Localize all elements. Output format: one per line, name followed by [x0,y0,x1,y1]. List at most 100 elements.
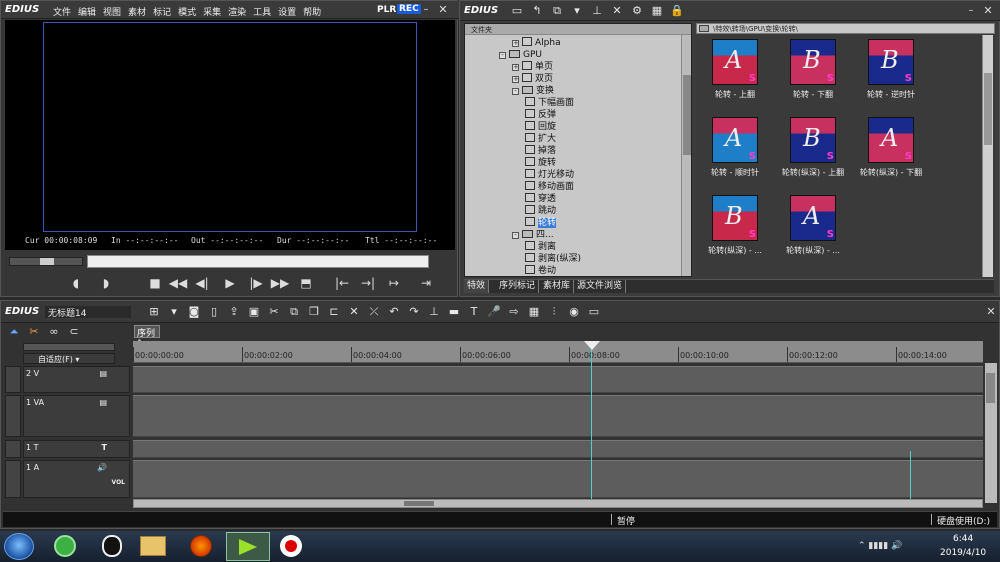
shuttle-handle[interactable] [40,258,54,265]
menu-item-settings[interactable]: 设置 [278,8,296,18]
apply-icon[interactable]: ⊥ [590,4,604,18]
fast-forward-icon[interactable]: ▶▶ [271,276,289,290]
tree-item[interactable]: + 单页 [512,61,553,73]
lock-icon[interactable]: 🔒 [670,4,684,18]
explorer-icon[interactable] [140,536,166,556]
track-side-button[interactable] [5,395,21,437]
collapse-icon[interactable]: - [512,232,519,239]
track-lane[interactable] [133,395,983,437]
refresh-app-icon[interactable] [54,535,76,557]
tree-item[interactable]: 穿透 [525,193,556,205]
effects-close-button[interactable]: ✕ [982,4,994,17]
add-marker-icon[interactable]: ▬ [447,305,461,319]
copy-icon[interactable]: ⧉ [550,4,564,18]
export-icon[interactable]: ⇥ [417,276,435,290]
fit-dropdown[interactable]: 自适应(F) ▾ [23,353,115,364]
tree-item[interactable]: 移动画面 [525,181,574,193]
zoom-slider[interactable] [23,343,115,351]
timeline-vertical-scrollbar[interactable] [985,363,997,503]
plr-label[interactable]: PLR [377,5,396,15]
volume-label[interactable]: VOL [112,479,125,486]
collapse-icon[interactable]: - [499,52,506,59]
track-side-button[interactable] [5,460,21,498]
insert-to-timeline-icon[interactable]: |← [333,276,351,290]
menu-item-tools[interactable]: 工具 [253,8,271,18]
sync-icon[interactable]: ∞ [47,325,61,339]
tree-item[interactable]: 回旋 [525,121,556,133]
rewind-icon[interactable]: ◀◀ [169,276,187,290]
ripple-delete-icon[interactable]: ⤫ [367,305,381,319]
tree-item[interactable]: 剥离(纵深) [525,253,581,265]
record-icon[interactable]: ◉ [567,305,581,319]
tree-item[interactable]: 跳动 [525,205,556,217]
dropdown-arrow-icon[interactable]: ▾ [167,305,181,319]
shuttle-slider[interactable] [9,257,83,266]
effect-thumbnail[interactable]: AS [868,117,914,163]
mixer-icon[interactable]: ⫶ [547,305,561,319]
timeline-vscroll-thumb[interactable] [986,373,995,403]
set-in-icon[interactable]: ◖ [67,276,85,290]
step-forward-icon[interactable]: |▶ [247,276,265,290]
title-track-icon[interactable]: T [102,443,107,452]
folder-tree-scrollbar[interactable] [681,35,691,276]
collapse-icon[interactable]: - [512,88,519,95]
layout-icon[interactable]: ▭ [587,305,601,319]
firefox-icon[interactable] [190,535,212,557]
save-icon[interactable]: ▣ [247,305,261,319]
edius-task-icon[interactable] [226,532,270,561]
speaker-icon[interactable]: 🔊 [97,463,107,472]
qq-icon[interactable] [102,535,122,557]
view-mode-icon[interactable]: ▦ [650,4,664,18]
effects-view-scrollbar[interactable] [982,35,993,277]
delete-icon[interactable]: ✕ [347,305,361,319]
tree-item[interactable]: - GPU [499,49,542,61]
timeline-ruler[interactable]: 00:00:00:00 00:00:02:00 00:00:04:00 00:00:0… [133,341,983,363]
export-icon[interactable]: ⇨ [507,305,521,319]
timeline-close-button[interactable]: ✕ [985,305,997,318]
tray-icons[interactable]: ⌃ ▮▮▮▮ 🔊 [858,541,928,553]
rec-label[interactable]: REC [397,4,421,14]
effect-thumbnail[interactable]: BS [790,39,836,85]
dropdown-arrow-icon[interactable]: ▾ [570,4,584,18]
effect-thumbnail[interactable]: AS [712,117,758,163]
effect-thumbnail[interactable]: BS [712,195,758,241]
video-track-icon[interactable]: ▤ [99,369,107,378]
tree-item[interactable]: 剥离 [525,241,556,253]
folder-tree-scroll-thumb[interactable] [683,75,691,155]
expand-icon[interactable]: + [512,40,519,47]
snapshot-icon[interactable]: ◙ [187,305,201,319]
tree-item[interactable]: 轮转 [525,217,557,229]
track-lane[interactable] [133,440,983,458]
overwrite-icon[interactable]: →| [359,276,377,290]
close-button[interactable]: ✕ [437,3,449,16]
tab-sequence-markers[interactable]: 序列标记 [496,280,540,293]
cut-icon[interactable]: ✂ [267,305,281,319]
tree-item[interactable]: - 变换 [512,85,554,97]
open-project-icon[interactable]: ⇪ [227,305,241,319]
expand-icon[interactable]: + [512,76,519,83]
tree-item[interactable]: - 四... [512,229,554,241]
play-icon[interactable]: ▶ [221,276,239,290]
playhead-line[interactable] [591,341,592,499]
tab-effects[interactable]: 特效 [464,280,490,293]
track-side-button[interactable] [5,440,21,458]
effect-thumbnail[interactable]: BS [868,39,914,85]
ripple-icon[interactable]: ⊏ [327,305,341,319]
menu-item-file[interactable]: 文件 [53,8,71,18]
effect-thumbnail[interactable]: BS [790,117,836,163]
tree-item[interactable]: 扩大 [525,133,556,145]
playhead-marker-icon[interactable] [584,341,600,350]
copy-icon[interactable]: ⧉ [287,305,301,319]
video-track-icon[interactable]: ▤ [99,398,107,407]
track-header[interactable]: 1 A VOL 🔊 [23,460,130,498]
folder-icon[interactable]: ▭ [510,4,524,18]
menu-item-marker[interactable]: 标记 [153,8,171,18]
tree-item[interactable]: 掉落 [525,145,556,157]
link-icon[interactable]: ⊂ [67,325,81,339]
tree-item[interactable]: 卷动 [525,265,556,276]
effect-thumbnail[interactable]: AS [712,39,758,85]
track-lane[interactable] [133,460,983,498]
undo-icon[interactable]: ↶ [387,305,401,319]
minimize-button[interactable]: – [421,4,431,15]
menu-item-capture[interactable]: 采集 [203,8,221,18]
